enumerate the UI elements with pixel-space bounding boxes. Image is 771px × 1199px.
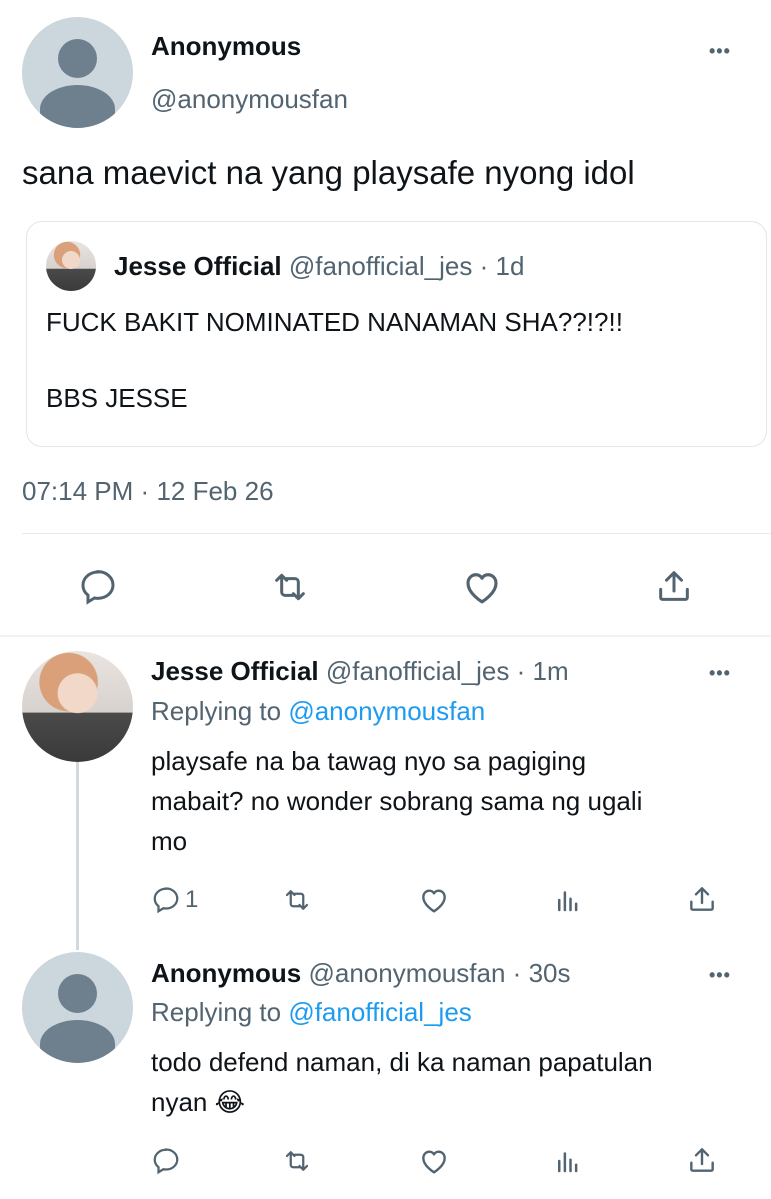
quoted-tweet-author-name: Jesse Official (114, 251, 282, 281)
quoted-tweet-age: 1d (495, 251, 525, 281)
like-icon[interactable] (417, 884, 451, 916)
reply2-avatar[interactable] (22, 952, 133, 1063)
main-tweet-timestamp: 07:14 PM · 12 Feb 26 (22, 476, 274, 507)
avatar-body-shape (40, 85, 115, 128)
quoted-tweet-avatar (46, 241, 96, 291)
divider-bottom (0, 635, 771, 637)
main-tweet-avatar[interactable] (22, 17, 133, 128)
analytics-icon[interactable] (553, 1145, 583, 1177)
reply2-age: 30s (528, 958, 571, 988)
reply-icon[interactable] (78, 567, 118, 607)
timestamp-separator: · (140, 476, 150, 506)
reply-icon (151, 885, 181, 915)
reply2-text-line1: todo defend naman, di ka naman papatulan (151, 1047, 653, 1077)
laughing-emoji-icon: 😂 (214, 1087, 246, 1117)
reply1-replying-prefix: Replying to (151, 696, 282, 726)
reply1-avatar[interactable] (22, 651, 133, 762)
divider-top (22, 533, 771, 534)
quoted-tweet-separator: · (479, 251, 489, 281)
reply1-author-name[interactable]: Jesse Official (151, 656, 319, 686)
reply2-separator: · (512, 958, 522, 988)
reply1-replying-handle[interactable]: @anonymousfan (288, 696, 485, 726)
reply1-separator: · (516, 656, 526, 686)
reply2-replying-prefix: Replying to (151, 997, 282, 1027)
main-tweet-author-handle[interactable]: @anonymousfan (151, 84, 348, 115)
quoted-tweet-text-line1: FUCK BAKIT NOMINATED NANAMAN SHA??!?!! (46, 307, 623, 337)
reply2-text-line2: nyan (151, 1087, 208, 1117)
quoted-tweet-text-line2: BBS JESSE (46, 383, 188, 413)
reply1-more-icon[interactable]: ••• (709, 664, 731, 682)
retweet-icon[interactable] (280, 1146, 314, 1176)
reply1-age: 1m (532, 656, 569, 686)
reply1-reply-count: 1 (185, 886, 199, 913)
main-tweet-author-name[interactable]: Anonymous (151, 31, 301, 62)
share-icon[interactable] (686, 882, 718, 916)
avatar-head-shape (58, 39, 97, 78)
avatar-body-shape (40, 1020, 115, 1063)
reply2-text-line2-wrap: nyan 😂 (151, 1087, 245, 1118)
main-tweet-text: sana maevict na yang playsafe nyong idol (22, 154, 635, 191)
like-icon[interactable] (460, 566, 504, 608)
reply2-header: Anonymous @anonymousfan · 30s (151, 958, 571, 989)
main-tweet-more-icon[interactable]: ••• (709, 42, 731, 60)
share-icon[interactable] (654, 565, 694, 607)
reply1-text-line3: mo (151, 826, 188, 856)
thread-connector-line (76, 762, 79, 950)
retweet-icon[interactable] (280, 885, 314, 915)
reply1-reply-button[interactable]: 1 (151, 885, 198, 915)
retweet-icon[interactable] (268, 567, 312, 607)
avatar-head-shape (58, 974, 97, 1013)
reply2-replying-handle[interactable]: @fanofficial_jes (288, 997, 471, 1027)
reply1-text-line1: playsafe na ba tawag nyo sa pagiging (151, 746, 587, 776)
timestamp-time: 07:14 PM (22, 476, 134, 506)
reply1-replying-to: Replying to @anonymousfan (151, 696, 485, 727)
quoted-tweet-author-handle: @fanofficial_jes (288, 251, 473, 281)
quoted-tweet-header: Jesse Official @fanofficial_jes · 1d (114, 251, 524, 282)
reply1-author-handle[interactable]: @fanofficial_jes (326, 656, 509, 686)
reply2-author-name[interactable]: Anonymous (151, 958, 301, 988)
share-icon[interactable] (686, 1143, 718, 1177)
reply2-more-icon[interactable]: ••• (709, 966, 731, 984)
reply1-header: Jesse Official @fanofficial_jes · 1m (151, 656, 569, 687)
reply1-text-line2: mabait? no wonder sobrang sama ng ugali (151, 786, 643, 816)
reply2-author-handle[interactable]: @anonymousfan (308, 958, 505, 988)
reply2-replying-to: Replying to @fanofficial_jes (151, 997, 472, 1028)
reply-icon[interactable] (151, 1146, 181, 1176)
like-icon[interactable] (417, 1145, 451, 1177)
timestamp-date: 12 Feb 26 (156, 476, 274, 506)
analytics-icon[interactable] (553, 884, 583, 916)
